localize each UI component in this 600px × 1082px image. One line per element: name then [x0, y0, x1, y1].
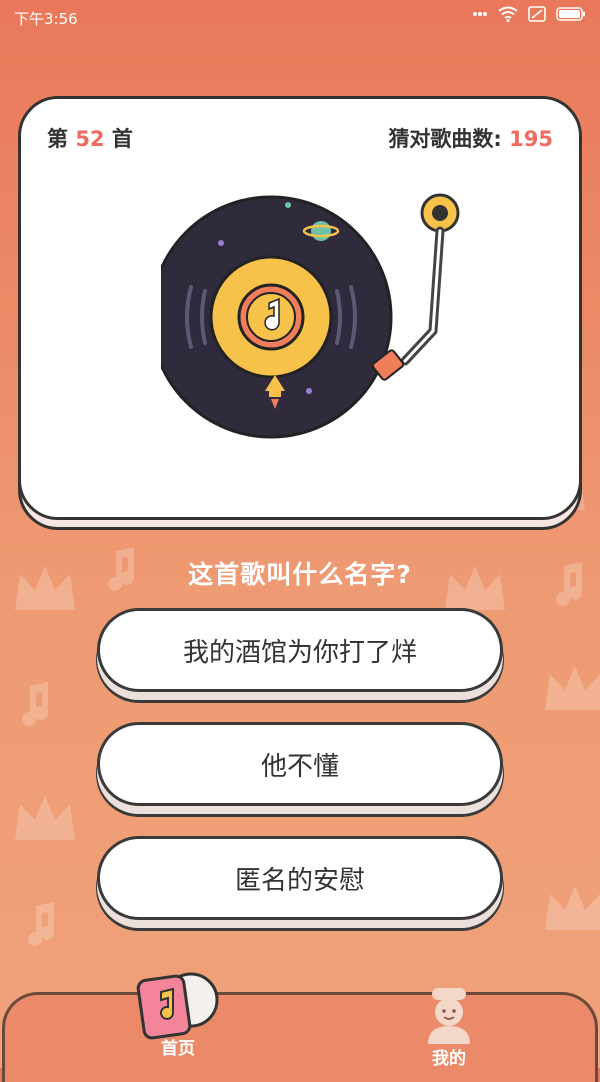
song-counter-suffix: 首 — [111, 127, 133, 151]
wifi-icon — [498, 6, 518, 22]
score-label: 猜对歌曲数: — [388, 127, 502, 151]
battery-icon — [556, 7, 586, 21]
crown-icon — [10, 790, 80, 850]
answer-option-3[interactable]: 匿名的安慰 — [97, 836, 503, 920]
status-bar: 下午3:56 — [0, 0, 600, 34]
score-value: 195 — [509, 127, 553, 151]
tab-mine[interactable]: 我的 — [414, 986, 484, 1069]
crown-icon — [540, 660, 600, 720]
song-counter: 第 52 首 — [47, 123, 133, 153]
answer-option-2[interactable]: 他不懂 — [97, 722, 503, 806]
song-number: 52 — [75, 127, 105, 151]
music-note-icon — [14, 680, 54, 732]
status-icons — [472, 6, 586, 22]
card-header: 第 52 首 猜对歌曲数: 195 — [47, 123, 553, 153]
sim-icon — [528, 6, 546, 22]
music-note-icon — [20, 900, 60, 952]
tab-bar — [2, 992, 598, 1082]
tab-home[interactable]: 首页 — [133, 968, 223, 1059]
question-text: 这首歌叫什么名字? — [188, 560, 412, 589]
song-card: 第 52 首 猜对歌曲数: 195 — [18, 96, 582, 520]
status-time: 下午3:56 — [14, 10, 78, 28]
crown-icon — [540, 880, 600, 940]
song-counter-prefix: 第 — [47, 127, 68, 151]
user-avatar-icon — [414, 986, 484, 1048]
answer-option-1[interactable]: 我的酒馆为你打了烊 — [97, 608, 503, 692]
more-icon — [472, 11, 488, 17]
turntable-illustration — [149, 191, 461, 455]
score: 猜对歌曲数: 195 — [388, 123, 553, 153]
